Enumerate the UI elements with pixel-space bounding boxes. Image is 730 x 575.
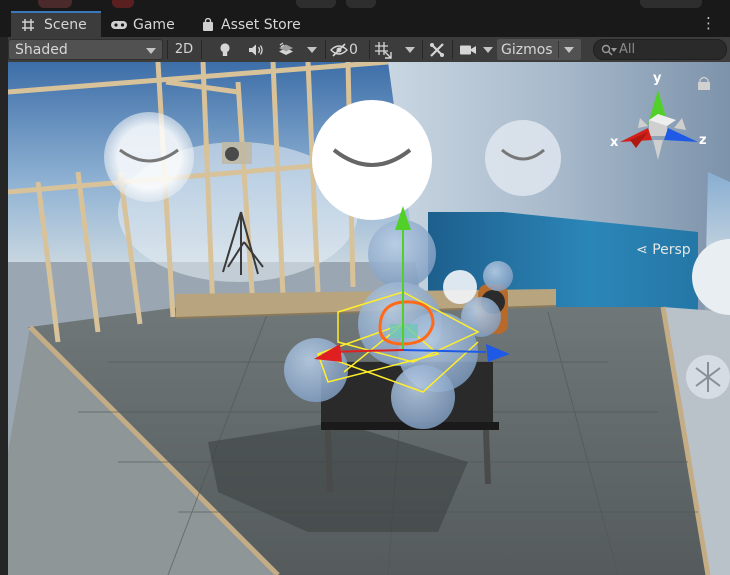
editor-tab-fragment: [38, 0, 72, 8]
chevron-down-icon: [564, 47, 574, 53]
search-input[interactable]: All: [593, 39, 727, 60]
lighting-toggle[interactable]: [215, 39, 235, 60]
projection-label: Persp: [652, 242, 691, 258]
speaker-icon: [249, 44, 263, 55]
hidden-objects-toggle[interactable]: 0: [330, 39, 366, 60]
layers-effects-icon: [279, 42, 293, 55]
chevron-down-icon: [611, 48, 617, 52]
camera-settings-toggle[interactable]: [457, 39, 479, 60]
tools-icon: [430, 42, 444, 57]
grid-snap-icon: [375, 41, 392, 59]
tab-game[interactable]: Game: [110, 12, 190, 37]
axis-z-label: z: [699, 133, 707, 148]
left-panel-edge: [0, 37, 8, 575]
camera-icon: [460, 45, 476, 54]
lightbulb-icon: [220, 42, 230, 56]
tab-bar: Scene Game Asset Store ⋮: [0, 9, 730, 37]
draw-mode-dropdown[interactable]: Shaded: [8, 39, 163, 60]
persp-arrow-icon: ⋖: [636, 242, 648, 258]
chevron-down-icon[interactable]: [405, 47, 415, 53]
tab-scene[interactable]: Scene: [11, 11, 101, 37]
gamepad-icon: [110, 18, 128, 32]
tab-asset-store[interactable]: Asset Store: [202, 12, 314, 37]
gizmos-dropdown[interactable]: Gizmos: [497, 39, 581, 60]
tab-label: Scene: [44, 17, 87, 33]
effects-toggle[interactable]: [276, 39, 296, 60]
scene-viewport[interactable]: y x z ⋖ Persp: [8, 62, 730, 575]
chevron-down-icon[interactable]: [483, 47, 493, 53]
shopping-bag-icon: [202, 17, 216, 32]
more-options-icon[interactable]: ⋮: [701, 14, 716, 32]
tab-label: Asset Store: [221, 16, 301, 33]
editor-tab-fragment: [112, 0, 134, 8]
editor-tab-fragment: [640, 0, 702, 8]
audio-toggle[interactable]: [246, 39, 266, 60]
hidden-count: 0: [349, 41, 358, 58]
editor-tab-fragment: [296, 0, 336, 8]
eye-slash-icon: [330, 42, 348, 57]
axis-x-label: x: [610, 135, 619, 150]
grid-icon: [21, 18, 39, 32]
chevron-down-icon[interactable]: [307, 47, 317, 53]
search-placeholder: All: [619, 42, 636, 57]
toggle-2d-button[interactable]: 2D: [172, 39, 196, 60]
scene-render[interactable]: y x z: [8, 62, 730, 575]
chevron-down-icon: [146, 48, 156, 54]
projection-toggle[interactable]: ⋖ Persp: [636, 242, 691, 258]
gizmos-label: Gizmos: [501, 41, 553, 58]
axis-y-label: y: [653, 71, 662, 86]
grid-snapping-toggle[interactable]: [372, 39, 394, 60]
toggle-2d-label: 2D: [174, 42, 194, 57]
window-top-strip: [0, 0, 730, 9]
draw-mode-label: Shaded: [15, 41, 68, 58]
scene-toolbar: Shaded 2D 0 Gizmos All: [8, 37, 730, 63]
editor-tab-fragment: [346, 0, 376, 8]
tab-label: Game: [133, 16, 175, 33]
tools-toggle[interactable]: [426, 39, 448, 60]
